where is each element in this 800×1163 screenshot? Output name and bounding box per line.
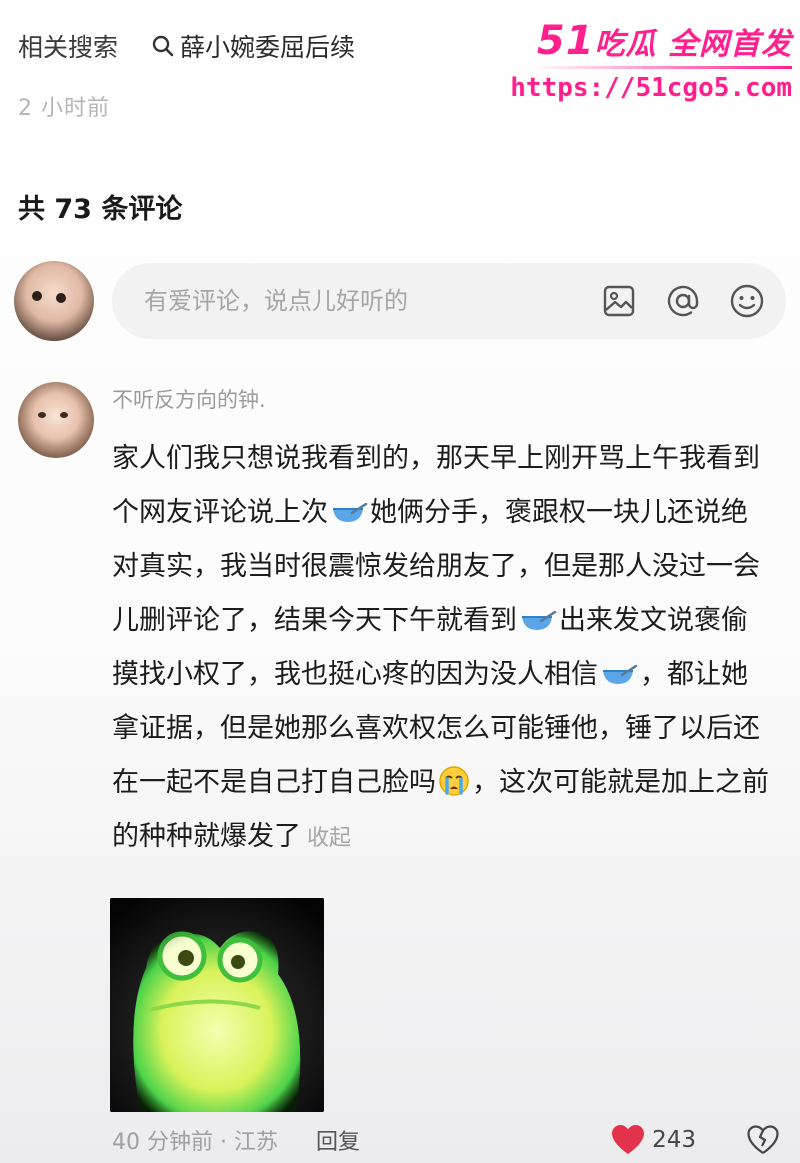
bowl-emoji-icon xyxy=(600,665,638,685)
comment-composer xyxy=(14,258,786,344)
related-search-bar: 相关搜索 薛小婉委屈后续 xyxy=(18,26,355,66)
related-search-chip[interactable]: 薛小婉委屈后续 xyxy=(152,28,355,64)
comment-meta: 40 分钟前 · 江苏 xyxy=(112,1130,278,1155)
bowl-emoji-icon xyxy=(330,503,368,523)
image-icon[interactable] xyxy=(598,280,640,322)
frog-meme-image[interactable] xyxy=(110,898,324,1112)
comment-footer: 40 分钟前 · 江苏 回复 243 xyxy=(112,1120,780,1160)
comment-username[interactable]: 不听反方向的钟. xyxy=(112,384,266,414)
like-count: 243 xyxy=(652,1127,696,1153)
comment-input[interactable] xyxy=(144,287,598,315)
avatar[interactable] xyxy=(18,382,94,458)
bowl-emoji-icon xyxy=(519,611,557,631)
heart-icon xyxy=(612,1125,645,1154)
avatar[interactable] xyxy=(14,261,94,341)
emoji-icon[interactable] xyxy=(726,280,768,322)
watermark-url: https://51cgo5.com xyxy=(510,73,792,103)
post-time: 2 小时前 xyxy=(18,96,110,121)
comment-text: 家人们我只想说我看到的，那天早上刚开骂上午我看到个网友评论说上次 她俩分手，褒跟权… xyxy=(112,443,769,852)
watermark-underline xyxy=(532,66,792,69)
related-search-text: 薛小婉委屈后续 xyxy=(180,33,356,62)
at-icon[interactable] xyxy=(662,280,704,322)
collapse-link[interactable]: 收起 xyxy=(307,826,351,851)
composer-tools xyxy=(598,280,768,322)
like-button[interactable]: 243 xyxy=(612,1125,746,1155)
dislike-button[interactable] xyxy=(746,1123,780,1157)
crying-emoji-icon xyxy=(438,762,470,796)
watermark-brand: 51吃瓜 全网首发 xyxy=(536,18,792,64)
comment-input-box[interactable] xyxy=(112,263,786,339)
search-icon xyxy=(152,35,174,57)
watermark: 51吃瓜 全网首发 https://51cgo5.com xyxy=(492,18,792,103)
comments-count: 共 73 条评论 xyxy=(18,194,183,225)
broken-heart-icon xyxy=(747,1125,779,1154)
related-search-label: 相关搜索 xyxy=(18,33,119,62)
reply-button[interactable]: 回复 xyxy=(316,1124,360,1156)
